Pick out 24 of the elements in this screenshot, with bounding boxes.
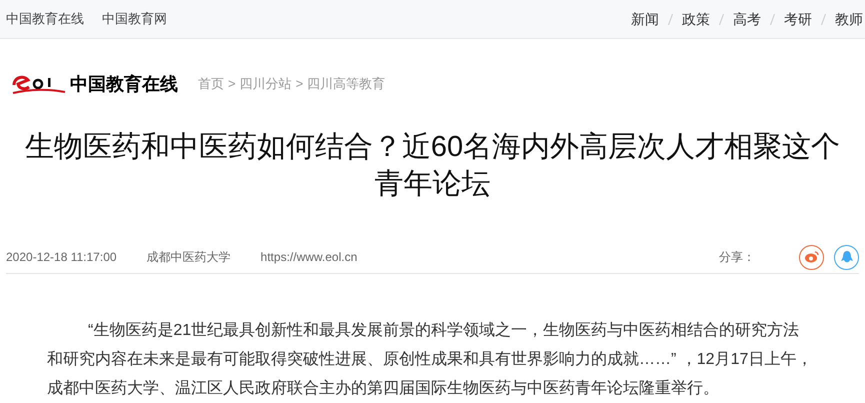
logo-text: 中国教育在线	[70, 72, 178, 96]
share-label: 分享：	[719, 249, 755, 266]
breadcrumb-separator: >	[228, 75, 236, 94]
eye-icon	[804, 251, 819, 263]
publish-date: 2020-12-18 11:17:00	[6, 249, 117, 266]
slash-divider-icon	[770, 14, 775, 24]
penguin-icon	[840, 250, 852, 264]
slash-divider-icon	[719, 14, 724, 24]
article-title: 生物医药和中医药如何结合？近60名海内外高层次人才相聚这个青年论坛	[24, 130, 842, 202]
source-url: https://www.eol.cn	[260, 249, 358, 266]
nav-link[interactable]: 考研	[784, 8, 812, 30]
qq-share-button[interactable]	[834, 244, 859, 270]
nav-link[interactable]: 教师	[835, 8, 863, 30]
slash-divider-icon	[668, 14, 673, 24]
article-paragraph: “生物医药是21世纪最具创新性和最具发展前景的科学领域之一，生物医药与中医药相结合的研究方法和研究内容在未来是最有可能取得突破性进展、原创性成果和具有世界影响力的成就……” ，12月17日上午，成都中医药大学、温江区人民政府联合主办的第四届国际生物医药与中医药青年论坛隆重举行。	[47, 320, 813, 399]
nav-link[interactable]: 政策	[682, 8, 710, 30]
weibo-share-button[interactable]	[799, 244, 824, 270]
source-name: 成都中医药大学	[146, 249, 231, 266]
nav-link[interactable]: 新闻	[631, 8, 659, 30]
nav-link[interactable]: 高考	[733, 8, 761, 30]
site-link[interactable]: 中国教育在线	[6, 9, 84, 29]
site-link[interactable]: 中国教育网	[102, 9, 167, 29]
breadcrumb-separator: >	[296, 75, 304, 94]
slash-divider-icon	[821, 14, 826, 24]
